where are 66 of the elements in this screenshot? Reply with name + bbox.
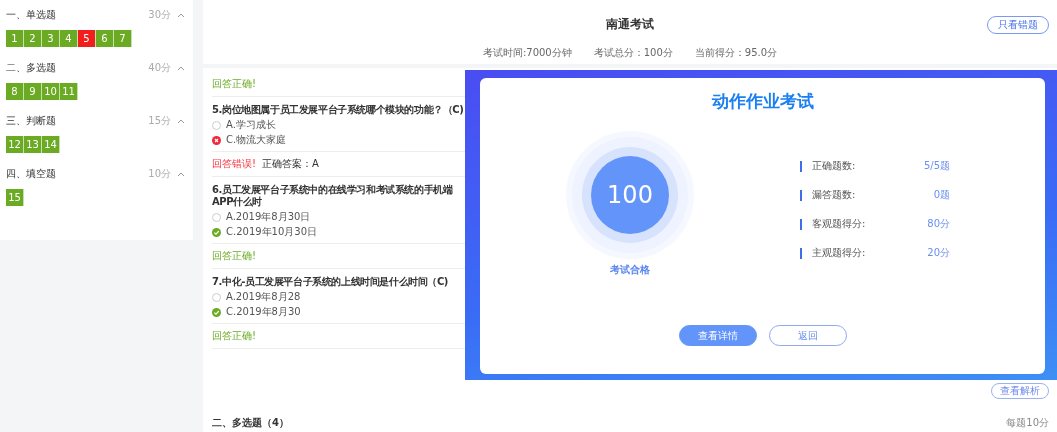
- accent-bar: [800, 247, 802, 259]
- question-number[interactable]: 7: [114, 30, 132, 47]
- section-score: 每题10分: [1006, 416, 1049, 430]
- chevron-up-icon[interactable]: [177, 118, 185, 124]
- correct-answer: 正确答案：A: [262, 158, 319, 170]
- accent-bar: [800, 189, 802, 201]
- section-score: 30分: [148, 8, 171, 22]
- chevron-up-icon[interactable]: [177, 12, 185, 18]
- question-number[interactable]: 4: [60, 30, 78, 47]
- back-button[interactable]: 返回: [768, 325, 847, 346]
- stat-label: 主观题得分:: [812, 246, 867, 260]
- section-title: 三、判断题: [6, 114, 57, 128]
- stat-value: 80分: [927, 217, 950, 231]
- exam-title: 南通考试: [606, 16, 654, 33]
- question-number[interactable]: 1: [6, 30, 24, 47]
- question-text: 7.中化-员工发展平台子系统的上线时间是什么时间（C): [212, 276, 450, 288]
- question-text: 6.员工发展平台子系统中的在线学习和考试系统的手机端APP什么时: [212, 184, 454, 208]
- question-text: 5.岗位地图属于员工发展平台子系统哪个模块的功能？（C): [212, 104, 465, 116]
- option-label: A.2019年8月30日: [226, 211, 311, 223]
- option-label: C.2019年8月30: [226, 306, 301, 318]
- option-label: A.2019年8月28: [226, 291, 301, 303]
- stat-value: 5/5题: [923, 159, 950, 173]
- section-score: 10分: [148, 167, 171, 181]
- chevron-up-icon[interactable]: [177, 171, 185, 177]
- section-title: 四、填空题: [6, 167, 57, 181]
- stat-label: 正确题数:: [812, 159, 857, 173]
- dialog-title: 动作作业考试: [711, 90, 814, 113]
- option-label: A.学习成长: [226, 119, 276, 131]
- wrong-only-button[interactable]: 只看错题: [987, 16, 1049, 34]
- section-score: 40分: [148, 61, 171, 75]
- answer-status: 回答正确!: [212, 78, 256, 90]
- question-number[interactable]: 11: [60, 83, 78, 100]
- verdict-text: 考试合格: [610, 263, 650, 277]
- question-number[interactable]: 14: [42, 136, 60, 153]
- option-label: C.2019年10月30日: [226, 226, 318, 238]
- answer-status: 回答错误!: [212, 158, 256, 170]
- option-label: C.物流大家庭: [226, 134, 287, 146]
- section-title: 二、多选题: [6, 61, 57, 75]
- question-number[interactable]: 12: [6, 136, 24, 153]
- question-number[interactable]: 10: [42, 83, 60, 100]
- question-number[interactable]: 9: [24, 83, 42, 100]
- exam-stat: 考试总分：100分: [593, 46, 673, 60]
- stat-value: 20分: [927, 246, 950, 260]
- view-analysis-button[interactable]: 查看解析: [991, 383, 1049, 399]
- stat-label: 漏答题数:: [812, 188, 857, 202]
- answer-status: 回答正确!: [212, 250, 256, 262]
- exam-stat: 当前得分：95.0分: [694, 46, 778, 60]
- question-number[interactable]: 5: [78, 30, 96, 47]
- accent-bar: [800, 160, 802, 172]
- section-title: 一、单选题: [6, 8, 57, 22]
- question-number[interactable]: 8: [6, 83, 24, 100]
- score-value: 100: [591, 156, 669, 234]
- stat-value: 0题: [933, 188, 950, 202]
- question-number[interactable]: 6: [96, 30, 114, 47]
- stat-label: 客观题得分:: [812, 217, 867, 231]
- question-number[interactable]: 2: [24, 30, 42, 47]
- exam-stat: 考试时间:7000分钟: [482, 46, 572, 60]
- view-details-button[interactable]: 查看详情: [678, 325, 757, 346]
- answer-status: 回答正确!: [212, 330, 256, 342]
- question-number[interactable]: 3: [42, 30, 60, 47]
- question-number[interactable]: 13: [24, 136, 42, 153]
- chevron-up-icon[interactable]: [177, 65, 185, 71]
- question-number[interactable]: 15: [6, 189, 24, 206]
- section-score: 15分: [148, 114, 171, 128]
- accent-bar: [800, 218, 802, 230]
- section-heading: 二、多选题（4）: [212, 416, 289, 430]
